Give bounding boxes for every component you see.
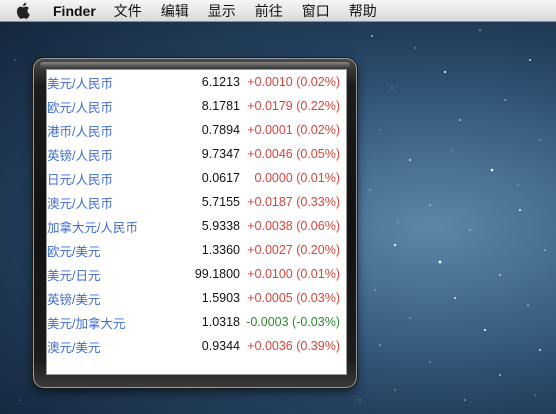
rate-value: 1.0318 (201, 315, 240, 329)
rate-value: 0.0617 (201, 171, 240, 185)
rate-value: 5.9338 (201, 219, 240, 233)
currency-pair: 欧元/人民币 (47, 100, 113, 115)
rate-change: +0.0038 (0.06%) (247, 219, 340, 233)
rate-change: +0.0010 (0.02%) (247, 75, 340, 89)
currency-pair: 澳元/人民币 (47, 196, 113, 211)
currency-pair: 加拿大元/人民币 (47, 220, 138, 235)
rate-value: 1.3360 (201, 243, 240, 257)
menu-view[interactable]: 显示 (208, 1, 236, 21)
exchange-rate-list: 美元/人民币 6.1213 +0.0010 (0.02%) 欧元/人民币 8.1… (46, 69, 347, 375)
rate-row: 美元/人民币 6.1213 +0.0010 (0.02%) (47, 70, 346, 94)
rate-row: 日元/人民币 0.0617 0.0000 (0.01%) (47, 166, 346, 190)
rate-change: +0.0027 (0.20%) (247, 243, 340, 257)
rate-change: +0.0036 (0.39%) (247, 339, 340, 353)
rate-value: 5.7155 (201, 195, 240, 209)
rate-value: 0.9344 (201, 339, 240, 353)
rate-change: +0.0100 (0.01%) (247, 267, 340, 281)
rate-change: +0.0046 (0.05%) (247, 147, 340, 161)
rate-value: 6.1213 (201, 75, 240, 89)
rate-value: 9.7347 (201, 147, 240, 161)
exchange-rate-widget[interactable]: 美元/人民币 6.1213 +0.0010 (0.02%) 欧元/人民币 8.1… (33, 58, 357, 388)
rate-change: +0.0187 (0.33%) (247, 195, 340, 209)
rate-row: 欧元/人民币 8.1781 +0.0179 (0.22%) (47, 94, 346, 118)
currency-pair: 日元/人民币 (47, 172, 113, 187)
widget-sheen (40, 62, 350, 68)
rate-change: +0.0179 (0.22%) (247, 99, 340, 113)
rate-row: 加拿大元/人民币 5.9338 +0.0038 (0.06%) (47, 214, 346, 238)
rate-change: 0.0000 (0.01%) (254, 171, 340, 185)
menu-window[interactable]: 窗口 (302, 1, 330, 21)
currency-pair: 美元/人民币 (47, 76, 113, 91)
rate-change: -0.0003 (-0.03%) (246, 315, 340, 329)
menu-help[interactable]: 帮助 (349, 1, 377, 21)
rate-row: 美元/日元 99.1800 +0.0100 (0.01%) (47, 262, 346, 286)
rate-value: 8.1781 (201, 99, 240, 113)
rate-row: 英镑/美元 1.5903 +0.0005 (0.03%) (47, 286, 346, 310)
rate-row: 美元/加拿大元 1.0318 -0.0003 (-0.03%) (47, 310, 346, 334)
rate-row: 港币/人民币 0.7894 +0.0001 (0.02%) (47, 118, 346, 142)
apple-menu-icon[interactable] (15, 2, 31, 19)
rate-row: 澳元/美元 0.9344 +0.0036 (0.39%) (47, 334, 346, 358)
app-name-menu[interactable]: Finder (53, 3, 96, 19)
currency-pair: 英镑/人民币 (47, 148, 113, 163)
currency-pair: 美元/日元 (47, 268, 101, 283)
menu-go[interactable]: 前往 (255, 1, 283, 21)
menu-file[interactable]: 文件 (114, 1, 142, 21)
rate-row: 欧元/美元 1.3360 +0.0027 (0.20%) (47, 238, 346, 262)
menu-edit[interactable]: 编辑 (161, 1, 189, 21)
rate-row: 英镑/人民币 9.7347 +0.0046 (0.05%) (47, 142, 346, 166)
menu-bar: Finder 文件 编辑 显示 前往 窗口 帮助 (0, 0, 556, 22)
currency-pair: 澳元/美元 (47, 340, 101, 355)
rate-change: +0.0005 (0.03%) (247, 291, 340, 305)
currency-pair: 美元/加拿大元 (47, 316, 126, 331)
rate-value: 99.1800 (194, 267, 240, 281)
currency-pair: 欧元/美元 (47, 244, 101, 259)
rate-row: 澳元/人民币 5.7155 +0.0187 (0.33%) (47, 190, 346, 214)
rate-value: 1.5903 (201, 291, 240, 305)
currency-pair: 英镑/美元 (47, 292, 101, 307)
rate-change: +0.0001 (0.02%) (247, 123, 340, 137)
rate-value: 0.7894 (201, 123, 240, 137)
currency-pair: 港币/人民币 (47, 124, 113, 139)
